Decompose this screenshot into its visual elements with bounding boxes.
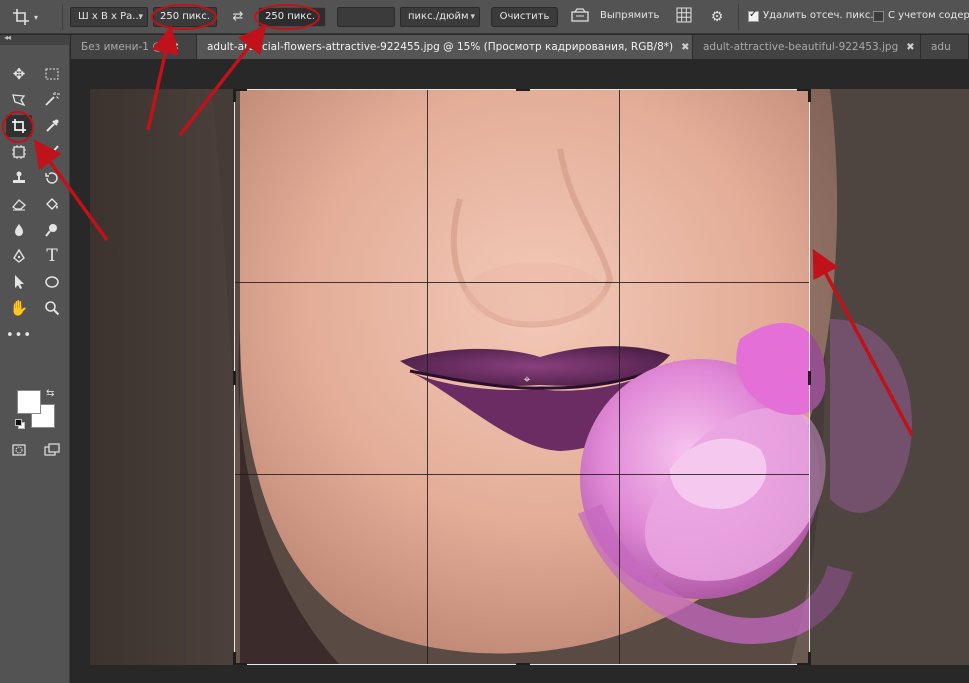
resolution-field[interactable]	[337, 7, 395, 27]
type-tool-icon[interactable]: T	[39, 245, 65, 267]
gear-icon[interactable]: ⚙	[707, 7, 727, 27]
clear-button[interactable]: Очистить	[491, 7, 558, 27]
crop-center-icon: ⌖	[523, 372, 531, 386]
crop-grid-line	[619, 90, 620, 664]
history-brush-tool-icon[interactable]	[39, 167, 65, 189]
swap-dimensions-icon[interactable]: ⇄	[230, 9, 246, 25]
chevron-down-icon: ▾	[470, 12, 475, 22]
crop-grid-line	[235, 474, 809, 475]
crop-grid-line	[427, 90, 428, 664]
close-icon[interactable]: ✖	[171, 42, 179, 53]
options-bar: ▾ Ш x В x Ра... ▾ 250 пикс. ⇄ 250 пикс. …	[0, 0, 969, 34]
divider	[62, 4, 63, 30]
ellipse-tool-icon[interactable]	[39, 271, 65, 293]
document-canvas[interactable]: ⌖	[90, 89, 969, 665]
stamp-tool-icon[interactable]	[6, 167, 32, 189]
blur-tool-icon[interactable]	[6, 219, 32, 241]
content-aware-checkbox[interactable]	[873, 11, 884, 22]
document-tabs: Без имени-1 @ ✖ adult-artificial-flowers-…	[71, 35, 969, 59]
crop-grid-line	[235, 282, 809, 283]
crop-width-field[interactable]: 250 пикс.	[153, 7, 217, 27]
more-tools-icon[interactable]: •••	[6, 325, 32, 347]
tab-document-active[interactable]: adult-artificial-flowers-attractive-9224…	[197, 35, 693, 59]
ratio-preset-value: Ш x В x Ра...	[78, 11, 142, 22]
canvas-area[interactable]: ⌖	[71, 60, 969, 683]
panel-header[interactable]: ◂◂	[0, 33, 70, 45]
crop-handle-bottom[interactable]	[516, 663, 530, 665]
move-tool-icon[interactable]: ✥	[6, 63, 32, 85]
tools-panel: ◂◂ ✥ T ✋ ••• ⇆	[0, 33, 70, 683]
brush-tool-icon[interactable]	[39, 141, 65, 163]
marquee-tool-icon[interactable]	[39, 63, 65, 85]
crop-shield-right	[810, 89, 969, 665]
content-aware-label[interactable]: С учетом содерж	[888, 10, 969, 21]
resolution-unit-dropdown[interactable]: пикс./дюйм ▾	[400, 7, 480, 27]
tab-document-more[interactable]: adu	[921, 35, 969, 59]
swap-colors-icon[interactable]: ⇆	[46, 388, 54, 399]
delete-cropped-label[interactable]: Удалить отсеч. пикс.	[763, 10, 874, 21]
crop-handle-left[interactable]	[233, 371, 236, 385]
pen-tool-icon[interactable]	[6, 245, 32, 267]
crop-handle-bottom-left[interactable]	[233, 652, 236, 665]
crop-shield-left	[90, 89, 234, 665]
crop-height-field[interactable]: 250 пикс.	[258, 7, 326, 27]
eraser-tool-icon[interactable]	[6, 193, 32, 215]
paint-bucket-tool-icon[interactable]	[39, 193, 65, 215]
lasso-tool-icon[interactable]	[6, 88, 32, 110]
default-colors-icon[interactable]	[14, 419, 25, 429]
ratio-preset-dropdown[interactable]: Ш x В x Ра... ▾	[70, 7, 148, 27]
chevron-down-icon: ▾	[138, 12, 143, 22]
quick-mask-icon[interactable]	[6, 439, 32, 461]
close-icon[interactable]: ✖	[906, 42, 914, 53]
crop-handle-right[interactable]	[808, 371, 811, 385]
overlay-grid-icon[interactable]	[674, 7, 694, 27]
tab-label: Без имени-1 @	[81, 41, 163, 53]
crop-icon	[13, 9, 29, 25]
crop-handle-top[interactable]	[516, 89, 530, 91]
zoom-tool-icon[interactable]	[39, 297, 65, 319]
close-icon[interactable]: ✖	[681, 42, 689, 53]
path-selection-tool-icon[interactable]	[6, 271, 32, 293]
divider	[738, 4, 739, 30]
tab-label: adult-attractive-beautiful-922453.jpg	[703, 41, 899, 53]
straighten-icon[interactable]	[570, 7, 590, 27]
crop-handle-bottom-right[interactable]	[808, 652, 811, 665]
collapse-icon[interactable]: ◂◂	[4, 33, 11, 42]
crop-handle-top-right[interactable]	[808, 89, 811, 102]
crop-handle-top-left[interactable]	[233, 89, 236, 102]
chevron-down-icon: ▾	[34, 12, 39, 22]
tool-preset-picker[interactable]: ▾	[12, 6, 56, 28]
resolution-unit-value: пикс./дюйм	[408, 11, 469, 22]
magic-wand-tool-icon[interactable]	[39, 88, 65, 110]
screen-mode-icon[interactable]	[39, 439, 65, 461]
hand-tool-icon[interactable]: ✋	[6, 297, 32, 319]
straighten-label[interactable]: Выпрямить	[600, 10, 659, 21]
tab-label: adu	[931, 41, 951, 53]
tab-document-untitled[interactable]: Без имени-1 @ ✖	[71, 35, 197, 59]
dodge-tool-icon[interactable]	[39, 219, 65, 241]
tab-label: adult-artificial-flowers-attractive-9224…	[207, 41, 674, 53]
tab-document-922453[interactable]: adult-attractive-beautiful-922453.jpg ✖	[693, 35, 921, 59]
delete-cropped-checkbox[interactable]	[748, 9, 759, 22]
foreground-color-swatch[interactable]	[17, 390, 41, 414]
crop-tool-icon[interactable]	[6, 115, 32, 137]
frame-tool-icon[interactable]	[6, 141, 32, 163]
eyedropper-tool-icon[interactable]	[39, 115, 65, 137]
